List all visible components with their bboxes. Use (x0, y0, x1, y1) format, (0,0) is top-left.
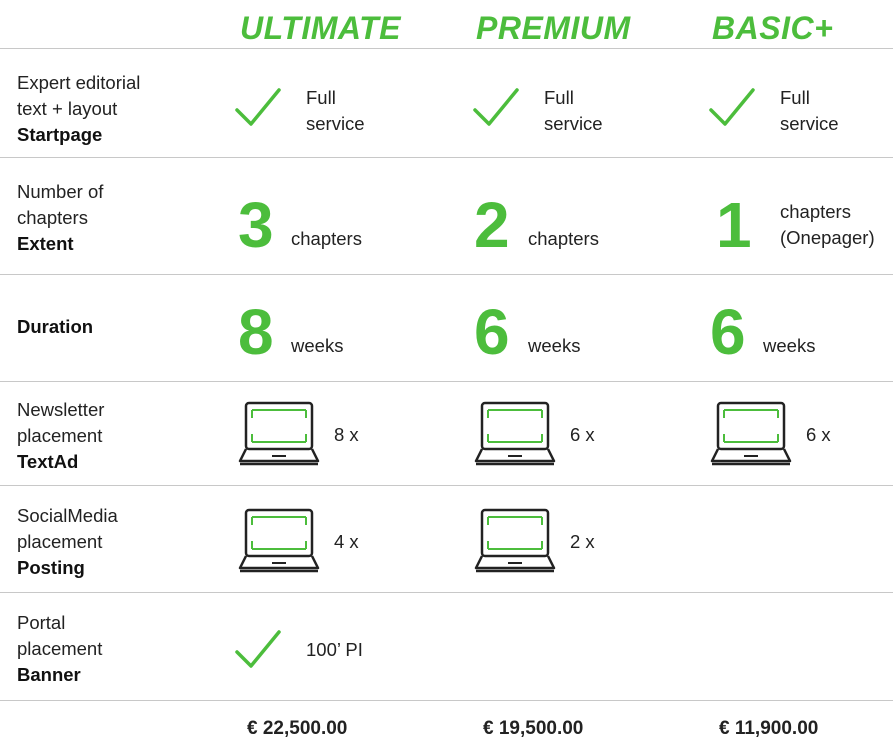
cell-text: 4 x (334, 531, 359, 552)
row-label-line: text + layout (17, 98, 118, 119)
chapter-count: 1 (716, 189, 752, 261)
cell-text: chapters (291, 228, 362, 249)
laptop-icon (474, 508, 556, 573)
row-label-line: placement (17, 425, 103, 446)
row-label-duration: Duration (17, 314, 93, 340)
row-label-line: Expert editorial (17, 72, 141, 93)
cell-text: 2 x (570, 531, 595, 552)
row-extent: Number of chapters Extent 3 chapters 2 c… (0, 157, 893, 275)
row-label-textad: Newsletter placement TextAd (17, 397, 104, 475)
row-label-startpage: Expert editorial text + layout Startpage (17, 70, 140, 148)
row-posting: SocialMedia placement Posting 4 x 2 x (0, 485, 893, 593)
row-label-bold: Extent (17, 233, 74, 254)
cell-text: chapters (Onepager) (780, 201, 875, 248)
cell-text: Full service (306, 87, 365, 134)
row-label-line: placement (17, 531, 103, 552)
plan-header-ultimate: ULTIMATE (240, 10, 401, 46)
price-premium: € 19,500.00 (483, 718, 584, 739)
row-label-line: Newsletter (17, 399, 105, 420)
chapter-count: 2 (474, 189, 510, 261)
row-label-bold: TextAd (17, 451, 79, 472)
row-label-extent: Number of chapters Extent (17, 179, 103, 257)
row-textad: Newsletter placement TextAd 8 x 6 x 6 x (0, 381, 893, 486)
row-banner: Portal placement Banner 100’ PI (0, 592, 893, 701)
cell-text: 6 x (806, 424, 831, 445)
row-duration: Duration 8 weeks 6 weeks 6 weeks (0, 274, 893, 382)
duration-weeks: 8 (238, 296, 274, 368)
plan-header-premium: PREMIUM (476, 10, 631, 46)
cell-text: weeks (528, 335, 581, 356)
chapter-count: 3 (238, 189, 274, 261)
package-comparison-table: ULTIMATE PREMIUM BASIC+ Expert editorial… (0, 0, 893, 754)
cell-text: chapters (528, 228, 599, 249)
cell-text: 6 x (570, 424, 595, 445)
cell-text: 8 x (334, 424, 359, 445)
row-label-line: Portal (17, 612, 66, 633)
cell-text: weeks (763, 335, 816, 356)
check-icon (709, 88, 755, 126)
row-label-posting: SocialMedia placement Posting (17, 503, 118, 581)
row-label-bold: Startpage (17, 124, 103, 145)
row-label-line: Number of (17, 181, 104, 202)
price-ultimate: € 22,500.00 (247, 718, 348, 739)
duration-weeks: 6 (710, 296, 746, 368)
row-label-line: SocialMedia (17, 505, 118, 526)
laptop-icon (474, 401, 556, 466)
laptop-icon (238, 401, 320, 466)
check-icon (235, 630, 281, 668)
laptop-icon (710, 401, 792, 466)
row-startpage: Expert editorial text + layout Startpage… (0, 48, 893, 158)
row-label-bold: Posting (17, 557, 85, 578)
row-label-line: chapters (17, 207, 88, 228)
cell-text: 100’ PI (306, 639, 363, 660)
row-label-banner: Portal placement Banner (17, 610, 102, 688)
duration-weeks: 6 (474, 296, 510, 368)
row-label-bold: Duration (17, 316, 94, 337)
cell-text: Full service (780, 87, 839, 134)
header-row: ULTIMATE PREMIUM BASIC+ (0, 0, 893, 49)
plan-header-basic-plus: BASIC+ (712, 10, 834, 46)
check-icon (473, 88, 519, 126)
cell-text: Full service (544, 87, 603, 134)
laptop-icon (238, 508, 320, 573)
row-label-line: placement (17, 638, 103, 659)
price-basic-plus: € 11,900.00 (719, 718, 819, 739)
row-label-bold: Banner (17, 664, 81, 685)
cell-text: weeks (291, 335, 344, 356)
check-icon (235, 88, 281, 126)
